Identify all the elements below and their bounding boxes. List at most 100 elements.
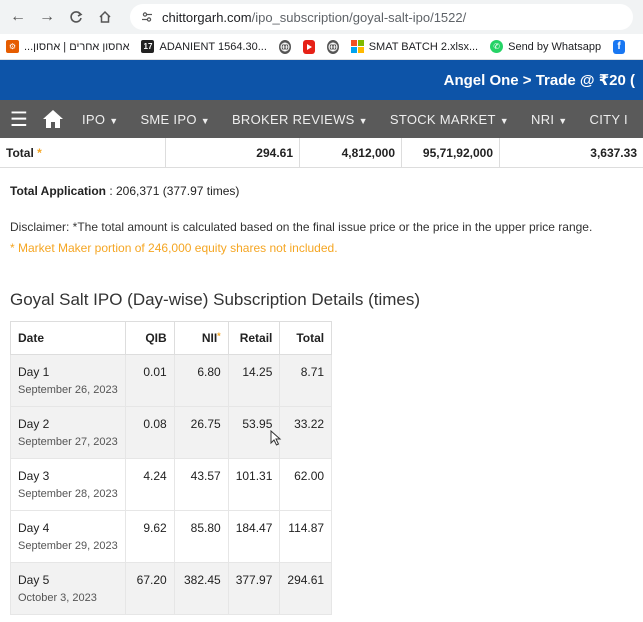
facebook-icon[interactable]: f xyxy=(613,39,625,54)
total-label: Total xyxy=(6,145,34,160)
bookmark-smat-batch[interactable]: SMAT BATCH 2.xlsx... xyxy=(350,40,478,53)
qib-cell: 67.20 xyxy=(124,562,175,615)
caret-down-icon: ▼ xyxy=(558,115,568,126)
nav-item-ipo[interactable]: IPO ▼ xyxy=(82,112,119,127)
day-date: September 27, 2023 xyxy=(18,436,118,448)
mouse-cursor-icon xyxy=(270,430,282,446)
header-nii-label: NII xyxy=(201,331,218,345)
bookmark-label: ...אחסון אחרים | אחסון xyxy=(24,40,130,53)
main-content: Total Application : 206,371 (377.97 time… xyxy=(0,184,643,615)
total-cell: 294.61 xyxy=(279,562,333,615)
day-date: October 3, 2023 xyxy=(18,592,97,604)
disclaimer-text: Disclaimer: *The total amount is calcula… xyxy=(10,220,593,234)
total-application-label: Total Application xyxy=(10,184,106,198)
home-icon[interactable] xyxy=(93,5,117,29)
tradingview-icon: 17 xyxy=(141,40,155,53)
browser-toolbar: ← → chittorgarh.com/ipo_subscription/goy… xyxy=(0,0,643,34)
bookmark-label: Send by Whatsapp xyxy=(508,40,602,53)
total-value-4: 3,637.33 xyxy=(500,138,643,167)
section-title: Goyal Salt IPO (Day-wise) Subscription D… xyxy=(10,290,421,309)
nav-label: CITY I xyxy=(589,111,628,127)
forward-icon[interactable]: → xyxy=(35,5,59,29)
reload-icon[interactable] xyxy=(64,5,88,29)
header-qib: QIB xyxy=(124,321,175,355)
nav-label: STOCK MARKET xyxy=(389,111,496,127)
day-date: September 28, 2023 xyxy=(18,488,118,500)
caret-down-icon: ▼ xyxy=(109,115,119,126)
url-domain: chittorgarh.com xyxy=(162,9,252,25)
caret-down-icon: ▼ xyxy=(358,115,368,126)
bookmark-adanient[interactable]: 17 ADANIENT 1564.30... xyxy=(141,40,267,53)
qib-cell: 9.62 xyxy=(124,510,175,563)
bookmark-send-whatsapp[interactable]: ✆ Send by Whatsapp xyxy=(490,40,601,53)
total-value-1: 294.61 xyxy=(166,138,300,167)
whatsapp-icon: ✆ xyxy=(490,40,504,53)
table-row: Day 2 September 27, 2023 0.08 26.75 53.95… xyxy=(10,406,333,459)
nii-cell: 382.45 xyxy=(173,562,229,615)
header-retail: Retail xyxy=(227,321,281,355)
total-v2: 4,812,000 xyxy=(341,145,395,160)
nav-item-broker-reviews[interactable]: BROKER REVIEWS ▼ xyxy=(232,112,368,127)
header-nii: NII* xyxy=(173,321,229,355)
total-cell: 114.87 xyxy=(279,510,333,563)
bookmark-label: ADANIENT 1564.30... xyxy=(159,40,267,53)
back-icon[interactable]: ← xyxy=(6,5,30,29)
total-v4: 3,637.33 xyxy=(590,145,637,160)
hamburger-menu-icon[interactable]: ☰ xyxy=(10,107,28,132)
day-label: Day 2 xyxy=(18,417,50,431)
table-row: Day 5 October 3, 2023 67.20 382.45 377.97… xyxy=(10,562,333,615)
nav-item-sme-ipo[interactable]: SME IPO ▼ xyxy=(140,112,210,127)
total-application-value: : 206,371 (377.97 times) xyxy=(106,184,240,198)
total-row: Total * 294.61 4,812,000 95,71,92,000 3,… xyxy=(0,138,643,168)
day-cell: Day 1 September 26, 2023 xyxy=(10,354,126,407)
header-total: Total xyxy=(279,321,333,355)
address-bar[interactable]: chittorgarh.com/ipo_subscription/goyal-s… xyxy=(130,4,633,30)
qib-cell: 4.24 xyxy=(124,458,175,511)
day-label: Day 3 xyxy=(18,469,50,483)
retail-cell: 184.47 xyxy=(227,510,281,563)
bookmark-hebrew-storage[interactable]: ⚙ ...אחסון אחרים | אחסון xyxy=(6,40,129,53)
nii-cell: 6.80 xyxy=(173,354,229,407)
nii-cell: 85.80 xyxy=(173,510,229,563)
header-date: Date xyxy=(10,321,126,355)
nav-item-stock-market[interactable]: STOCK MARKET ▼ xyxy=(390,112,509,127)
globe-icon[interactable] xyxy=(278,39,291,54)
globe-icon[interactable] xyxy=(326,39,339,54)
day-cell: Day 3 September 28, 2023 xyxy=(10,458,126,511)
table-row: Day 4 September 29, 2023 9.62 85.80 184.4… xyxy=(10,510,333,563)
home-nav-icon[interactable] xyxy=(42,109,64,129)
nav-label: NRI xyxy=(531,111,555,127)
retail-cell: 14.25 xyxy=(227,354,281,407)
table-row: Day 3 September 28, 2023 4.24 43.57 101.3… xyxy=(10,458,333,511)
site-info-icon[interactable] xyxy=(140,10,154,24)
banner-text: Angel One > Trade @ ₹20 ( xyxy=(443,72,635,89)
daywise-subscription-table: Date QIB NII* Retail Total Day 1 Septembe… xyxy=(10,321,333,615)
day-label: Day 5 xyxy=(18,573,50,587)
nii-star: * xyxy=(217,331,221,341)
caret-down-icon: ▼ xyxy=(499,115,509,126)
total-v1: 294.61 xyxy=(256,145,293,160)
retail-cell: 377.97 xyxy=(227,562,281,615)
nii-cell: 43.57 xyxy=(173,458,229,511)
bookmark-icon: ⚙ xyxy=(6,40,19,53)
total-star: * xyxy=(37,145,42,160)
day-label: Day 4 xyxy=(18,521,50,535)
qib-cell: 0.01 xyxy=(124,354,175,407)
url-text: chittorgarh.com/ipo_subscription/goyal-s… xyxy=(162,10,466,25)
day-cell: Day 5 October 3, 2023 xyxy=(10,562,126,615)
qib-cell: 0.08 xyxy=(124,406,175,459)
youtube-icon[interactable] xyxy=(302,39,315,54)
total-cell: 8.71 xyxy=(279,354,333,407)
table-row: Day 1 September 26, 2023 0.01 6.80 14.25 … xyxy=(10,354,333,407)
url-path: /ipo_subscription/goyal-salt-ipo/1522/ xyxy=(251,9,467,25)
total-cell: 62.00 xyxy=(279,458,333,511)
nav-item-nri[interactable]: NRI ▼ xyxy=(531,112,568,127)
total-application: Total Application : 206,371 (377.97 time… xyxy=(10,184,643,198)
total-label-cell: Total * xyxy=(0,138,166,167)
day-label: Day 1 xyxy=(18,365,50,379)
day-date: September 29, 2023 xyxy=(18,540,118,552)
ad-banner[interactable]: Angel One > Trade @ ₹20 ( xyxy=(0,60,643,100)
day-date: September 26, 2023 xyxy=(18,384,118,396)
nav-item-city[interactable]: CITY I xyxy=(590,112,628,127)
nav-label: BROKER REVIEWS xyxy=(231,111,355,127)
